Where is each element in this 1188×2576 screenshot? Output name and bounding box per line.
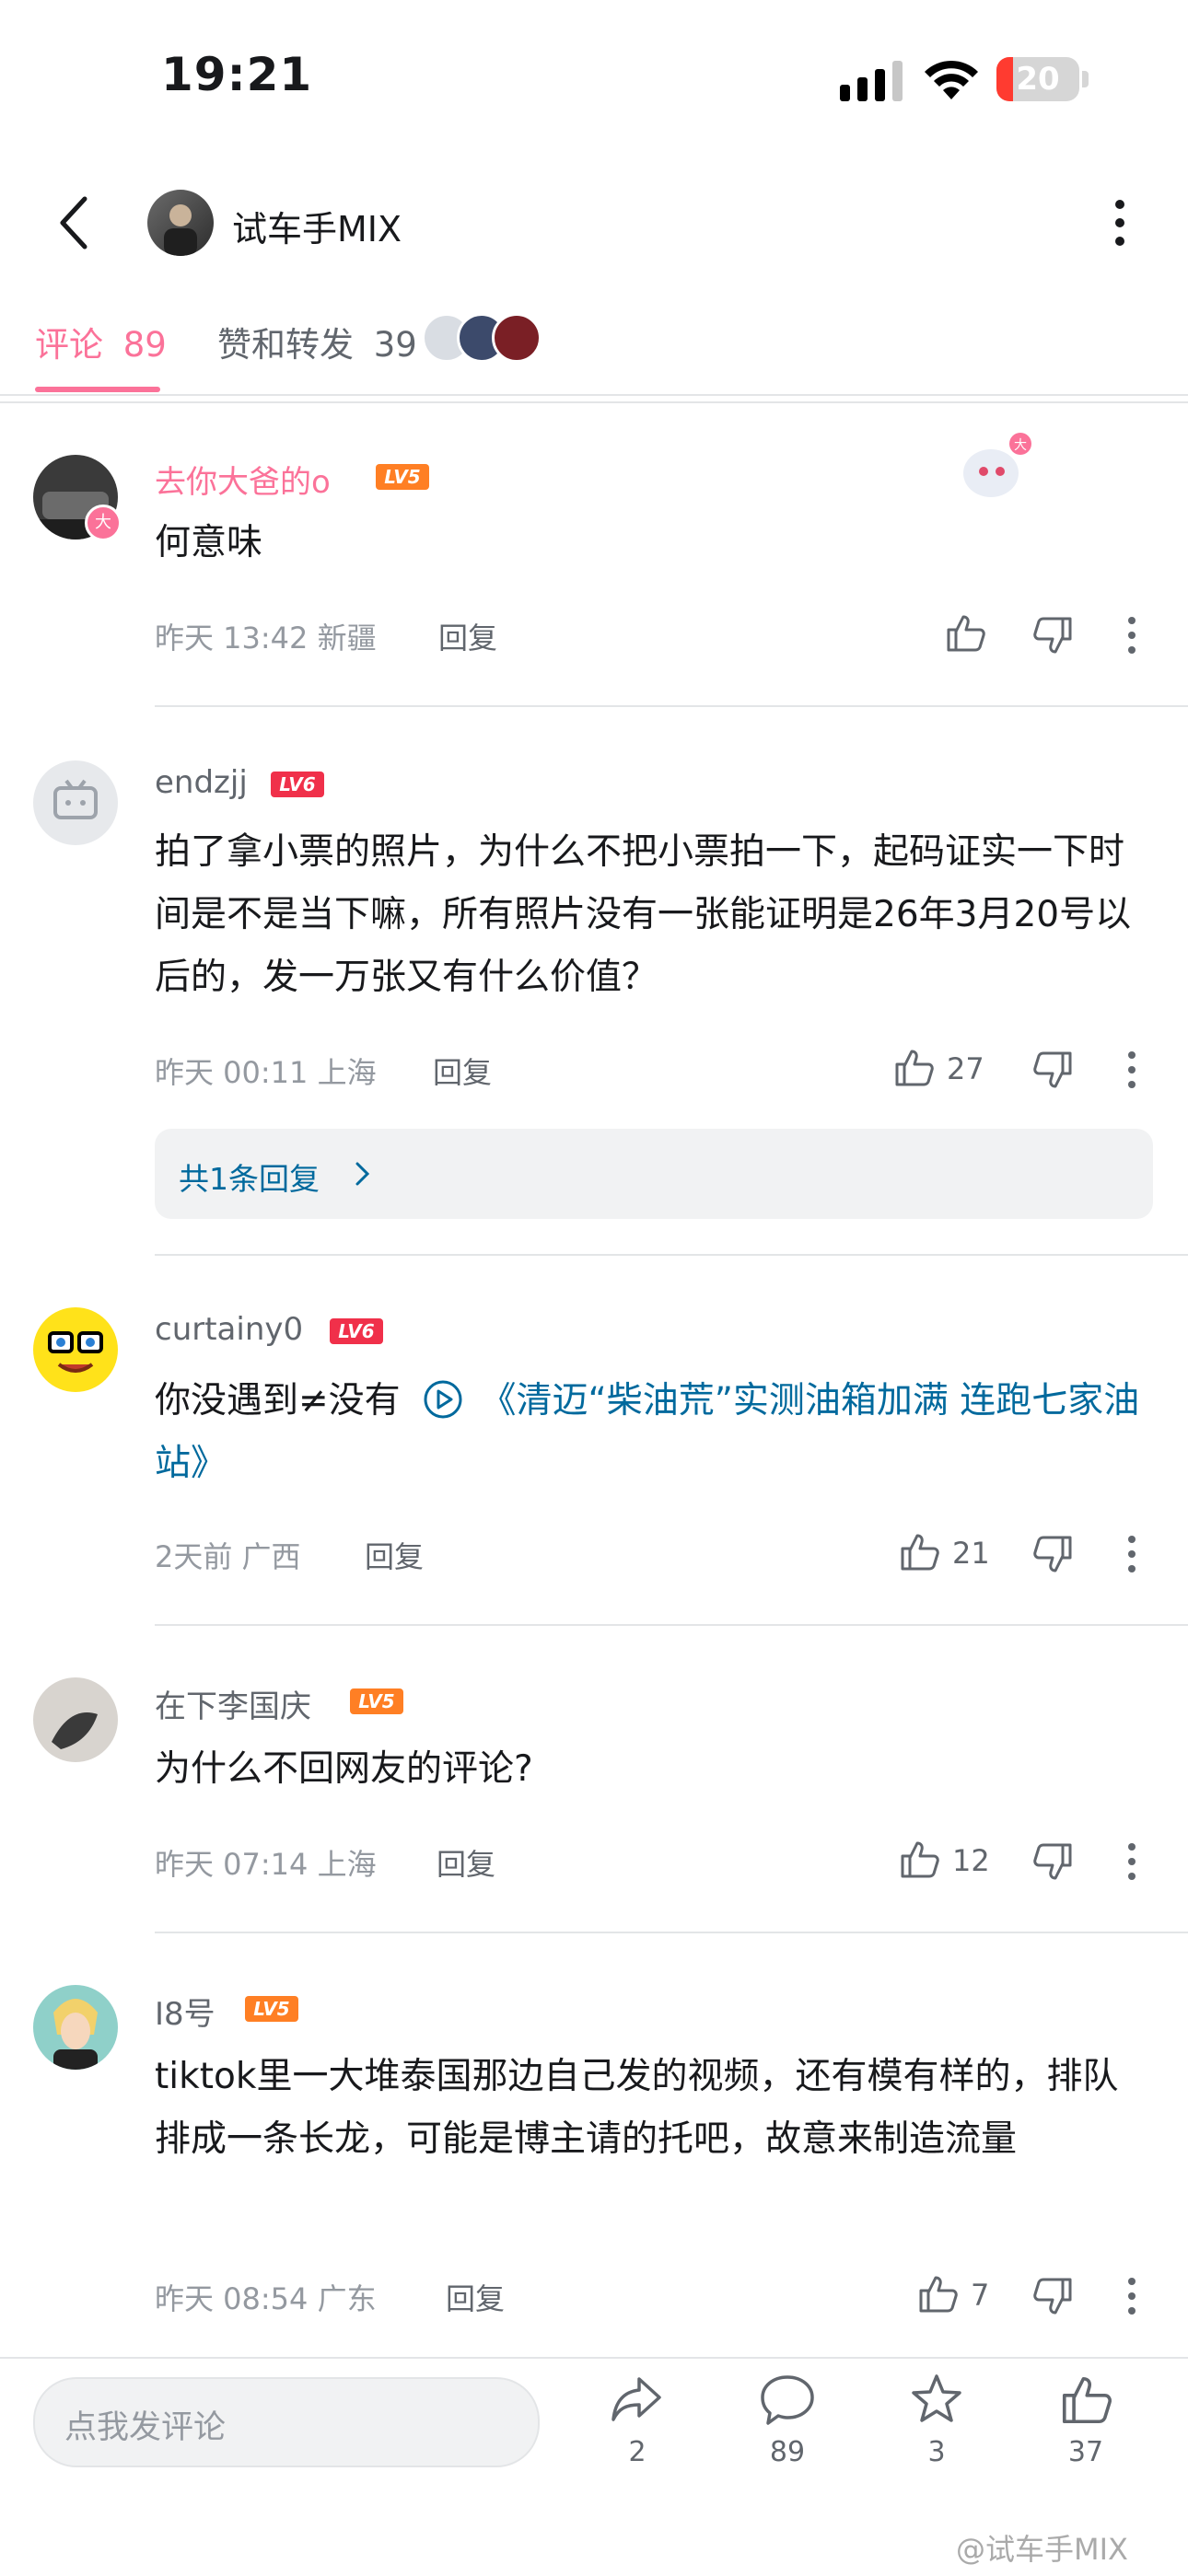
star-icon[interactable]: [908, 2372, 965, 2429]
like-count: 12: [952, 1843, 990, 1878]
reply-button[interactable]: 回复: [438, 615, 497, 657]
svg-text:大: 大: [1014, 438, 1027, 453]
tab-comments-label: 评论: [35, 325, 103, 365]
comment-icon[interactable]: [759, 2372, 816, 2429]
status-time: 19:21: [161, 48, 313, 101]
like-count: 7: [971, 2278, 990, 2313]
wifi-icon: [925, 60, 978, 99]
more-vertical-icon[interactable]: [1125, 1050, 1138, 1090]
commenter-name[interactable]: 在下李国庆: [155, 1681, 311, 1726]
tab-active-indicator: [35, 387, 160, 392]
level-badge: LV6: [271, 772, 324, 797]
comment-separator: [155, 1932, 1188, 1933]
like-count: 21: [952, 1536, 990, 1571]
thumb-up-icon[interactable]: [897, 1838, 941, 1882]
commenter-name[interactable]: I8号: [155, 1989, 215, 2034]
more-vertical-icon[interactable]: [1125, 1841, 1138, 1882]
like-count: 27: [947, 1051, 984, 1086]
commenter-avatar[interactable]: [33, 1307, 118, 1392]
comment-meta: 2天前 广西: [155, 1539, 301, 1574]
tab-likes-label: 赞和转发: [217, 325, 354, 365]
comment-meta: 昨天 00:11 上海: [155, 1055, 377, 1090]
share-icon[interactable]: [608, 2372, 665, 2429]
level-badge: LV6: [330, 1318, 383, 1344]
tabs-divider: [0, 394, 1188, 396]
sub-replies-label: 共1条回复: [179, 1161, 320, 1197]
favorite-count: 3: [927, 2436, 946, 2468]
comment-separator: [155, 1624, 1188, 1626]
thumb-up-icon[interactable]: [943, 611, 987, 656]
uploader-avatar[interactable]: [147, 190, 214, 256]
more-vertical-icon[interactable]: [1125, 615, 1138, 656]
commenter-avatar[interactable]: [33, 1677, 118, 1762]
like-total-count: 37: [1067, 2436, 1104, 2468]
tab-likes-reposts[interactable]: 赞和转发 39: [217, 317, 417, 366]
comment-count: 89: [769, 2436, 806, 2468]
comment-separator: [155, 1254, 1188, 1256]
comment-text-prefix: 你没遇到≠没有: [155, 1380, 401, 1421]
reply-button[interactable]: 回复: [446, 2276, 505, 2318]
vip-badge: 大: [85, 505, 122, 541]
signal-icon: [840, 61, 903, 101]
comment-text: 何意味: [155, 522, 263, 563]
page-title: 试车手MIX: [232, 209, 402, 249]
tab-comments-count: 89: [122, 325, 167, 365]
reply-button[interactable]: 回复: [437, 1841, 495, 1884]
watermark: @试车手MIX: [956, 2532, 1128, 2567]
comment-text: 为什么不回网友的评论?: [155, 1748, 533, 1790]
sub-replies-button[interactable]: 共1条回复: [155, 1129, 1153, 1219]
commenter-name[interactable]: endzjj: [155, 764, 248, 801]
commenter-name[interactable]: curtainy0: [155, 1311, 303, 1348]
comment-text: tiktok里一大堆泰国那边自己发的视频，还有模有样的，排队排成一条长龙，可能是…: [155, 2056, 1119, 2160]
thumb-up-icon[interactable]: [915, 2272, 960, 2316]
more-vertical-icon[interactable]: [1125, 2276, 1138, 2316]
commenter-avatar[interactable]: [33, 760, 118, 845]
decoration-sticker: 大: [954, 431, 1039, 505]
thumb-down-icon[interactable]: [1031, 613, 1076, 657]
thumb-down-icon[interactable]: [1031, 1048, 1076, 1092]
comment-meta: 昨天 13:42 新疆: [155, 621, 377, 656]
thumb-up-icon[interactable]: [891, 1046, 936, 1090]
thumb-down-icon[interactable]: [1031, 1839, 1076, 1884]
comment-text: 你没遇到≠没有 《清迈“柴油荒”实测油箱加满 连跑七家油站》: [155, 1370, 1153, 1495]
comment-input-placeholder: 点我发评论: [64, 2409, 227, 2446]
liker-avatar: [492, 313, 542, 363]
thumb-down-icon[interactable]: [1031, 2274, 1076, 2318]
more-vertical-icon[interactable]: [1103, 195, 1136, 250]
comment-separator: [155, 705, 1188, 707]
tabs-divider: [0, 401, 1188, 403]
back-arrow-icon[interactable]: [55, 195, 92, 250]
comment-meta: 昨天 08:54 广东: [155, 2281, 377, 2316]
tab-likes-count: 39: [373, 325, 417, 365]
battery-icon: 20: [996, 57, 1089, 101]
thumb-up-icon[interactable]: [1057, 2372, 1114, 2429]
comment-meta: 昨天 07:14 上海: [155, 1847, 377, 1882]
level-badge: LV5: [376, 464, 429, 490]
commenter-name[interactable]: 去你大爸的o: [155, 457, 331, 502]
more-vertical-icon[interactable]: [1125, 1534, 1138, 1574]
reply-button[interactable]: 回复: [433, 1050, 492, 1092]
thumb-down-icon[interactable]: [1031, 1532, 1076, 1576]
comment-input[interactable]: 点我发评论: [33, 2377, 540, 2467]
tab-comments[interactable]: 评论 89: [35, 317, 167, 366]
battery-level: 20: [1016, 61, 1060, 98]
level-badge: LV5: [350, 1688, 403, 1714]
reply-button[interactable]: 回复: [365, 1534, 424, 1576]
thumb-up-icon[interactable]: [897, 1530, 941, 1574]
chevron-right-icon: [355, 1162, 370, 1186]
comment-text: 拍了拿小票的照片，为什么不把小票拍一下，起码证实一下时间是不是当下嘛，所有照片没…: [155, 831, 1132, 998]
share-count: 2: [628, 2436, 646, 2468]
commenter-avatar[interactable]: [33, 1985, 118, 2070]
level-badge: LV5: [245, 1996, 298, 2022]
play-icon[interactable]: [423, 1379, 463, 1420]
